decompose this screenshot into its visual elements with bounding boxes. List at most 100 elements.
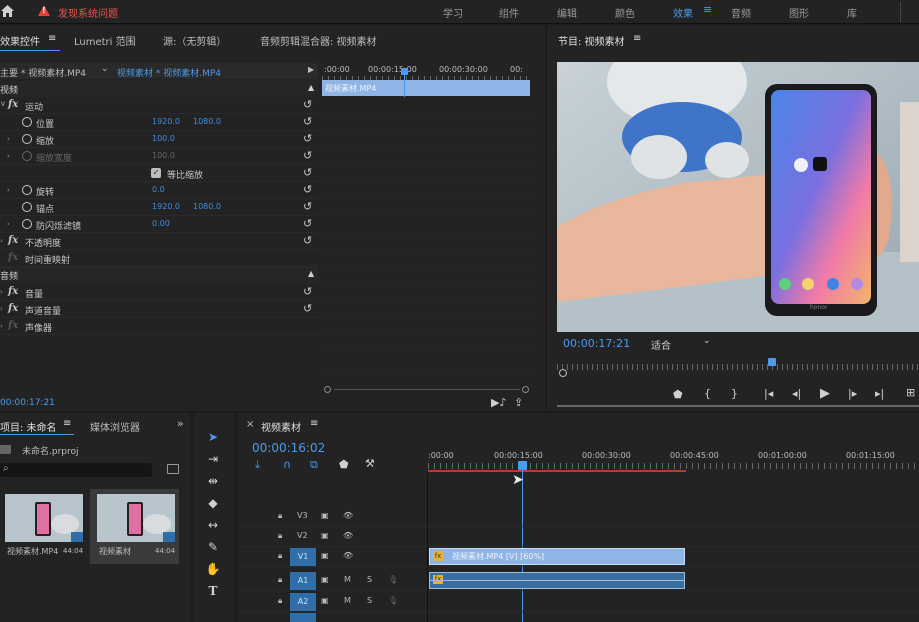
anchor-y-value[interactable]: 1080.0 <box>193 202 221 211</box>
anchor-x-value[interactable]: 1920.0 <box>152 202 180 211</box>
go-to-in-icon[interactable]: |◂ <box>764 387 773 400</box>
warning-icon[interactable] <box>38 5 50 16</box>
expand-arrow-icon[interactable]: › <box>7 220 10 228</box>
program-monitor-title[interactable]: 节目: 视频素材 <box>558 33 625 48</box>
workspace-graphics[interactable]: 图形 <box>789 5 809 20</box>
reset-icon[interactable]: ↺ <box>303 115 312 128</box>
ripple-edit-tool-icon[interactable]: ⇹ <box>203 474 223 492</box>
program-video-frame[interactable]: honor <box>557 62 919 332</box>
panel-menu-icon[interactable]: ≡ <box>63 418 71 429</box>
eye-icon[interactable]: 👁︎ <box>343 511 353 520</box>
insert-icon[interactable]: ⊞ <box>906 386 915 399</box>
reset-icon[interactable]: ↺ <box>303 217 312 230</box>
workspace-libraries[interactable]: 库 <box>847 5 857 20</box>
master-clip-label[interactable]: 主要 * 视频素材.MP4 <box>0 66 86 79</box>
timeline-ruler[interactable]: :00:00 00:00:15:00 00:00:30:00 00:00:45:… <box>428 448 919 473</box>
reset-icon[interactable]: ↺ <box>303 98 312 111</box>
more-panels-icon[interactable]: » <box>177 417 184 430</box>
audio-clip[interactable]: fx <box>429 572 685 589</box>
microphone-icon[interactable]: 🎙︎ <box>388 575 398 584</box>
lock-icon[interactable]: 🔒︎ <box>278 575 282 585</box>
mark-out-icon[interactable]: } <box>731 387 738 400</box>
hand-tool-icon[interactable]: ✋ <box>203 562 223 580</box>
reset-icon[interactable]: ↺ <box>303 166 312 179</box>
expand-arrow-icon[interactable]: › <box>0 288 3 296</box>
ec-scrollbar[interactable] <box>322 385 532 393</box>
stopwatch-icon[interactable] <box>22 151 32 161</box>
motion-row[interactable]: ∨ fx 运动 ↺ <box>0 97 318 114</box>
add-marker-icon[interactable]: ⬟ <box>673 388 683 401</box>
ec-clip-bar[interactable]: 视频素材.MP4 <box>322 80 530 96</box>
tab-lumetri-scopes[interactable]: Lumetri 范围 <box>74 33 136 48</box>
lock-icon[interactable]: 🔒︎ <box>278 551 282 561</box>
sync-lock-icon[interactable]: ▣ <box>321 575 329 584</box>
opacity-row[interactable]: › fx 不透明度 ↺ <box>0 233 318 250</box>
mark-in-icon[interactable]: { <box>704 387 711 400</box>
workspace-editing[interactable]: 编辑 <box>557 5 577 20</box>
pen-tool-icon[interactable]: ✎ <box>203 540 223 558</box>
clip-path-label[interactable]: 视频素材 * 视频素材.MP4 <box>117 66 221 79</box>
solo-button[interactable]: S <box>367 596 372 605</box>
expand-arrow-icon[interactable]: › <box>0 322 3 330</box>
collapse-icon[interactable]: ▲ <box>308 83 314 92</box>
program-bottom-scrollbar[interactable] <box>557 405 919 407</box>
lock-icon[interactable]: 🔒︎ <box>278 511 282 521</box>
snap-icon[interactable]: ∩ <box>283 458 291 471</box>
home-icon[interactable] <box>1 5 14 17</box>
reset-icon[interactable]: ↺ <box>303 132 312 145</box>
track-a2-target[interactable]: A2 <box>290 593 316 611</box>
panel-menu-icon[interactable]: ≡ <box>310 418 318 429</box>
workspace-color[interactable]: 颜色 <box>615 5 635 20</box>
play-triangle-icon[interactable]: ▶ <box>308 65 314 74</box>
reset-icon[interactable]: ↺ <box>303 285 312 298</box>
expand-arrow-icon[interactable]: › <box>0 305 3 313</box>
step-back-icon[interactable]: ◂| <box>792 387 801 400</box>
reset-icon[interactable]: ↺ <box>303 149 312 162</box>
sync-lock-icon[interactable]: ▣ <box>321 511 329 520</box>
eye-icon[interactable]: 👁︎ <box>343 551 353 560</box>
tab-audio-clip-mixer[interactable]: 音频剪辑混合器: 视频素材 <box>260 33 377 48</box>
volume-row[interactable]: › fx 音量 ↺ <box>0 284 318 301</box>
tab-sequence[interactable]: 视频素材 <box>261 419 301 434</box>
fx-icon[interactable]: fx <box>8 235 18 246</box>
expand-arrow-icon[interactable]: ∨ <box>0 99 6 108</box>
ec-current-time[interactable]: 00:00:17:21 <box>0 398 55 408</box>
workspace-audio[interactable]: 音频 <box>731 5 751 20</box>
new-bin-icon[interactable] <box>167 464 179 474</box>
tab-media-browser[interactable]: 媒体浏览器 <box>90 419 140 434</box>
expand-arrow-icon[interactable]: › <box>0 237 3 245</box>
reset-icon[interactable]: ↺ <box>303 302 312 315</box>
track-v1-target[interactable]: V1 <box>290 548 316 566</box>
position-y-value[interactable]: 1080.0 <box>193 117 221 126</box>
stopwatch-icon[interactable] <box>22 219 32 229</box>
close-icon[interactable]: × <box>246 419 254 430</box>
project-item-name[interactable]: 视频素材.MP4 <box>7 546 58 557</box>
track-a3-target[interactable] <box>290 613 316 622</box>
fit-dropdown[interactable]: 适合 ⌄ <box>646 336 714 352</box>
scale-value[interactable]: 100.0 <box>152 134 175 143</box>
time-remap-row[interactable]: fx 时间重映射 <box>0 250 318 267</box>
slip-tool-icon[interactable]: ↔ <box>203 518 223 536</box>
project-item-thumbnail[interactable] <box>97 494 175 542</box>
eye-icon[interactable]: 👁︎ <box>343 531 353 540</box>
stopwatch-icon[interactable] <box>22 185 32 195</box>
fx-icon[interactable]: fx <box>8 303 18 314</box>
work-area-bar[interactable] <box>428 470 686 472</box>
position-x-value[interactable]: 1920.0 <box>152 117 180 126</box>
program-timecode[interactable]: 00:00:17:21 <box>563 337 630 350</box>
ec-keyframe-area[interactable] <box>322 97 532 385</box>
export-icon[interactable]: ⇪ <box>514 396 523 409</box>
lock-icon[interactable]: 🔒︎ <box>278 596 282 606</box>
channel-volume-row[interactable]: › fx 声道音量 ↺ <box>0 301 318 318</box>
program-playhead[interactable] <box>768 358 776 366</box>
track-a1-target[interactable]: A1 <box>290 572 316 590</box>
anti-flicker-value[interactable]: 0.00 <box>152 219 170 228</box>
sync-lock-icon[interactable]: ▣ <box>321 551 329 560</box>
workspace-assembly[interactable]: 组件 <box>499 5 519 20</box>
scroll-handle-left[interactable] <box>324 386 331 393</box>
fx-icon[interactable]: fx <box>8 286 18 297</box>
project-item-thumbnail[interactable] <box>5 494 83 542</box>
uniform-scale-checkbox[interactable]: ✓ <box>151 168 161 178</box>
track-select-tool-icon[interactable]: ⇥ <box>203 452 223 470</box>
stopwatch-icon[interactable] <box>22 134 32 144</box>
